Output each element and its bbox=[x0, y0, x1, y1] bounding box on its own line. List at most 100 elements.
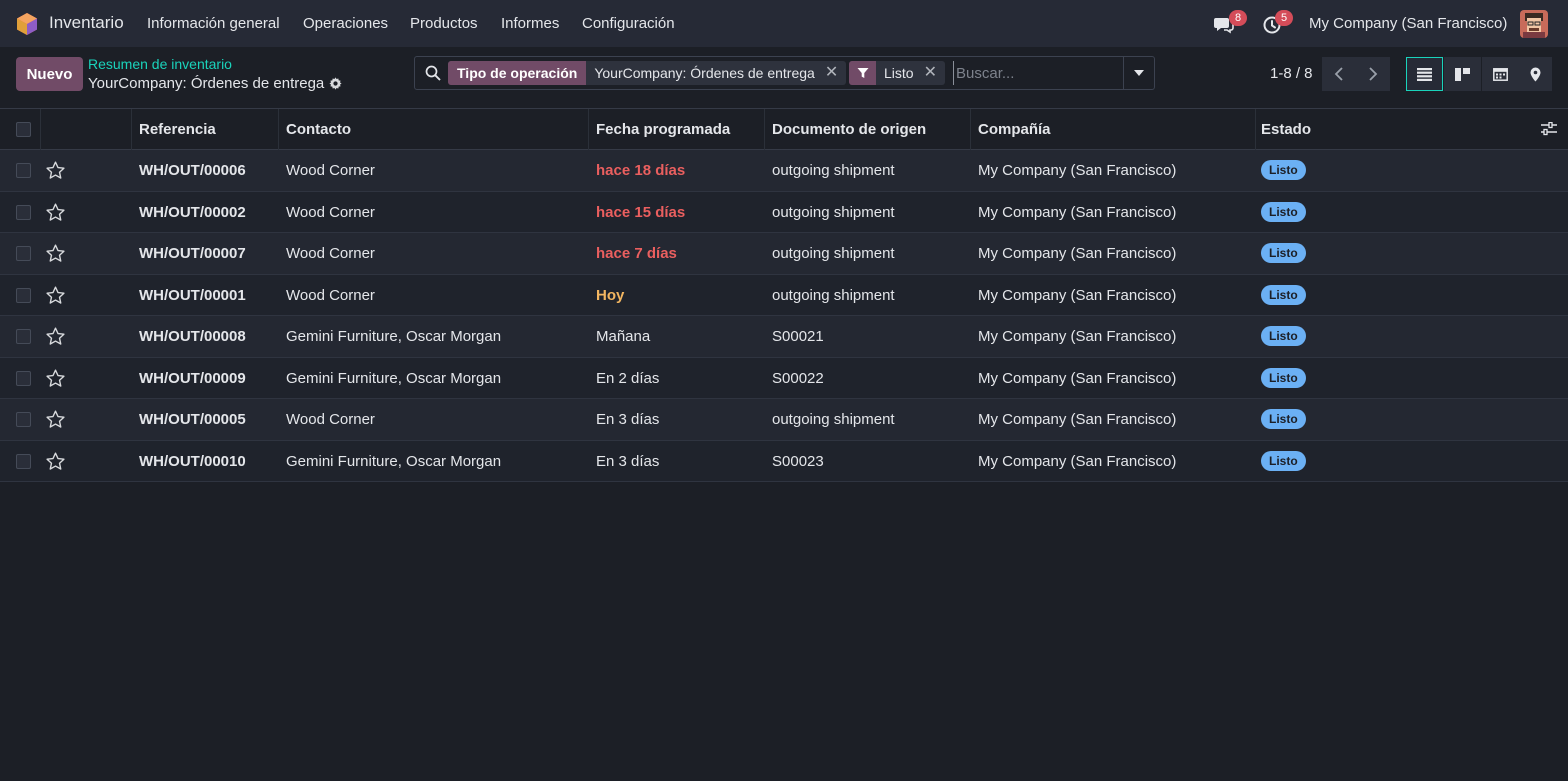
cell-referencia: WH/OUT/00006 bbox=[139, 162, 246, 179]
menu-item-informes[interactable]: Informes bbox=[501, 15, 559, 32]
table-header: Referencia Contacto Fecha programada Doc… bbox=[0, 109, 1568, 150]
cell-fecha-programada: En 3 días bbox=[596, 411, 660, 428]
table-row[interactable]: WH/OUT/00002 Wood Corner hace 15 días ou… bbox=[0, 191, 1568, 233]
column-header-referencia[interactable]: Referencia bbox=[139, 121, 216, 138]
cell-contacto: Wood Corner bbox=[286, 286, 375, 304]
status-badge: Listo bbox=[1261, 201, 1306, 222]
column-header-estado[interactable]: Estado bbox=[1261, 121, 1311, 138]
star-icon[interactable] bbox=[45, 451, 66, 472]
star-icon[interactable] bbox=[45, 243, 66, 264]
cell-documento-origen: outgoing shipment bbox=[772, 203, 895, 221]
cell-documento-origen: outgoing shipment bbox=[772, 162, 895, 179]
facet-label: Tipo de operación bbox=[448, 61, 587, 85]
breadcrumb-current: YourCompany: Órdenes de entrega bbox=[88, 75, 325, 92]
cell-documento-origen: S00023 bbox=[772, 452, 824, 470]
row-checkbox[interactable] bbox=[16, 453, 31, 469]
search-input[interactable] bbox=[953, 61, 1123, 85]
cell-compania: My Company (San Francisco) bbox=[978, 245, 1177, 262]
status-badge: Listo bbox=[1261, 367, 1306, 388]
star-icon[interactable] bbox=[45, 160, 66, 181]
cell-compania: My Company (San Francisco) bbox=[978, 369, 1177, 387]
app-name[interactable]: Inventario bbox=[49, 13, 124, 33]
cell-fecha-programada: hace 18 días bbox=[596, 162, 686, 179]
select-all-checkbox[interactable] bbox=[16, 122, 31, 137]
breadcrumb-parent[interactable]: Resumen de inventario bbox=[88, 56, 232, 72]
kanban-view-icon bbox=[1455, 67, 1470, 81]
star-icon[interactable] bbox=[45, 285, 66, 306]
cell-compania: My Company (San Francisco) bbox=[978, 203, 1177, 221]
gear-icon[interactable] bbox=[329, 77, 342, 90]
search-options-toggle[interactable] bbox=[1123, 57, 1154, 89]
company-switcher[interactable]: My Company (San Francisco) bbox=[1309, 15, 1507, 32]
facet-value: Listo bbox=[884, 65, 914, 81]
calendar-view-button[interactable] bbox=[1482, 57, 1519, 91]
cell-documento-origen: S00021 bbox=[772, 328, 824, 345]
table-row[interactable]: WH/OUT/00009 Gemini Furniture, Oscar Mor… bbox=[0, 357, 1568, 399]
cell-referencia: WH/OUT/00001 bbox=[139, 286, 246, 304]
chevron-left-icon bbox=[1334, 67, 1343, 81]
list-view-button[interactable] bbox=[1406, 57, 1443, 91]
new-button[interactable]: Nuevo bbox=[16, 57, 83, 91]
status-badge: Listo bbox=[1261, 326, 1306, 346]
cell-fecha-programada: hace 15 días bbox=[596, 203, 686, 221]
status-badge: Listo bbox=[1261, 450, 1306, 471]
star-icon[interactable] bbox=[45, 409, 66, 430]
row-checkbox[interactable] bbox=[16, 370, 31, 386]
status-badge: Listo bbox=[1261, 160, 1306, 180]
star-icon[interactable] bbox=[45, 202, 66, 223]
status-badge: Listo bbox=[1261, 243, 1306, 263]
close-icon[interactable]: ✕ bbox=[823, 61, 846, 85]
messages-badge: 8 bbox=[1229, 10, 1247, 26]
table-row[interactable]: WH/OUT/00008 Gemini Furniture, Oscar Mor… bbox=[0, 316, 1568, 358]
table-row[interactable]: WH/OUT/00010 Gemini Furniture, Oscar Mor… bbox=[0, 440, 1568, 482]
map-view-button[interactable] bbox=[1518, 57, 1552, 91]
menu-item-configuracion[interactable]: Configuración bbox=[582, 15, 675, 32]
pager-value[interactable]: 1-8 / 8 bbox=[1270, 65, 1313, 82]
row-checkbox[interactable] bbox=[16, 163, 31, 178]
cell-fecha-programada: En 2 días bbox=[596, 369, 660, 387]
cell-documento-origen: S00022 bbox=[772, 369, 824, 387]
menu-item-informacion-general[interactable]: Información general bbox=[147, 15, 280, 32]
cell-fecha-programada: Mañana bbox=[596, 328, 651, 345]
menu-item-productos[interactable]: Productos bbox=[410, 15, 478, 32]
row-checkbox[interactable] bbox=[16, 204, 31, 220]
table-row[interactable]: WH/OUT/00005 Wood Corner En 3 días outgo… bbox=[0, 399, 1568, 441]
row-checkbox[interactable] bbox=[16, 412, 31, 427]
cell-compania: My Company (San Francisco) bbox=[978, 162, 1177, 179]
cell-referencia: WH/OUT/00009 bbox=[139, 369, 246, 387]
menu-item-operaciones[interactable]: Operaciones bbox=[303, 15, 388, 32]
cell-compania: My Company (San Francisco) bbox=[978, 328, 1177, 345]
column-header-compania[interactable]: Compañía bbox=[978, 121, 1051, 138]
column-header-fecha-programada[interactable]: Fecha programada bbox=[596, 121, 730, 138]
facet-filter: Listo ✕ bbox=[849, 61, 945, 85]
row-checkbox[interactable] bbox=[16, 287, 31, 303]
pager-next-button[interactable] bbox=[1356, 57, 1390, 91]
list-view-icon bbox=[1417, 67, 1432, 81]
row-checkbox[interactable] bbox=[16, 246, 31, 261]
star-icon[interactable] bbox=[45, 326, 66, 347]
cell-contacto: Wood Corner bbox=[286, 203, 375, 221]
avatar[interactable] bbox=[1520, 10, 1548, 38]
search-icon[interactable] bbox=[425, 65, 441, 81]
kanban-view-button[interactable] bbox=[1444, 57, 1481, 91]
pager-previous-button[interactable] bbox=[1322, 57, 1356, 91]
column-header-documento-origen[interactable]: Documento de origen bbox=[772, 121, 926, 138]
caret-down-icon bbox=[1134, 70, 1144, 76]
cell-referencia: WH/OUT/00002 bbox=[139, 203, 246, 221]
app-logo-icon[interactable] bbox=[16, 12, 38, 36]
cell-compania: My Company (San Francisco) bbox=[978, 411, 1177, 428]
table-row[interactable]: WH/OUT/00007 Wood Corner hace 7 días out… bbox=[0, 233, 1568, 275]
optional-columns-icon[interactable] bbox=[1541, 122, 1557, 136]
cell-contacto: Wood Corner bbox=[286, 245, 375, 262]
cell-referencia: WH/OUT/00005 bbox=[139, 411, 246, 428]
column-header-contacto[interactable]: Contacto bbox=[286, 121, 351, 138]
close-icon[interactable]: ✕ bbox=[922, 61, 945, 85]
cell-referencia: WH/OUT/00008 bbox=[139, 328, 246, 345]
table-row[interactable]: WH/OUT/00006 Wood Corner hace 18 días ou… bbox=[0, 150, 1568, 192]
table-row[interactable]: WH/OUT/00001 Wood Corner Hoy outgoing sh… bbox=[0, 274, 1568, 316]
cell-contacto: Gemini Furniture, Oscar Morgan bbox=[286, 369, 502, 387]
row-checkbox[interactable] bbox=[16, 329, 31, 344]
top-navbar: Inventario Información general Operacion… bbox=[0, 0, 1568, 47]
star-icon[interactable] bbox=[45, 368, 66, 389]
cell-fecha-programada: En 3 días bbox=[596, 452, 660, 470]
